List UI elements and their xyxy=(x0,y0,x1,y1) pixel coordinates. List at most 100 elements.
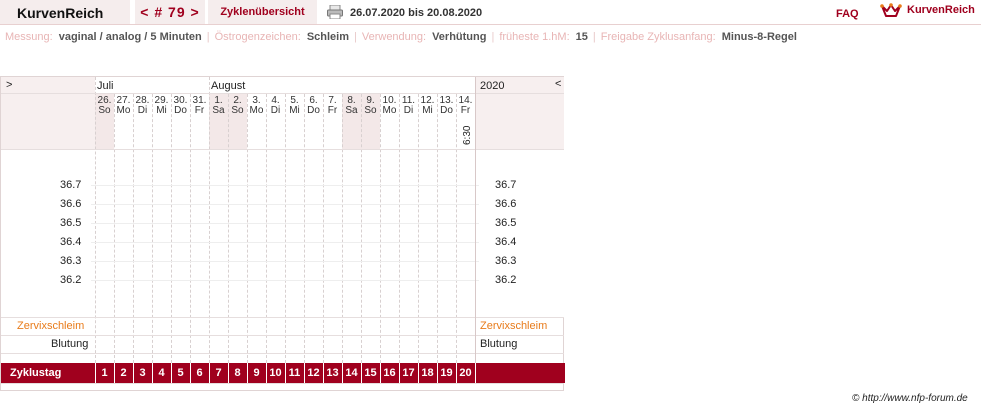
release-value: Minus-8-Regel xyxy=(721,31,797,43)
day-header[interactable]: 8. Sa xyxy=(342,96,361,116)
blood-row-divider xyxy=(1,353,564,354)
day-header[interactable]: 11. Di xyxy=(399,96,418,116)
cycle-day-number: 19 xyxy=(440,367,453,379)
day-header[interactable]: 31. Fr xyxy=(190,96,209,116)
day-header[interactable]: 10. Mo xyxy=(380,96,399,116)
row-label-cervix: Zervixschleim xyxy=(17,320,85,332)
day-weekday: Mo xyxy=(116,105,131,116)
day-weekday: Sa xyxy=(212,105,225,116)
app-logo-tab[interactable]: KurvenReich xyxy=(0,0,130,24)
estrogen-label: Östrogenzeichen: xyxy=(214,31,301,43)
cycle-navigator[interactable]: < # 79 > xyxy=(135,0,205,24)
day-header[interactable]: 6. Do xyxy=(304,96,323,116)
day-column-line xyxy=(171,94,172,363)
temp-label-left: 36.2 xyxy=(60,274,82,286)
earliest-hm-value: 15 xyxy=(575,31,588,43)
cycle-day-number: 20 xyxy=(459,367,472,379)
cycle-day-bar: Zyklustag 1 2 3 4 5 6 7 8 9 10 11 12 13 14 15 16 17 18 19 2… xyxy=(1,363,565,383)
cycle-day-number: 16 xyxy=(383,367,396,379)
cycle-day-label: Zyklustag xyxy=(10,367,62,379)
temp-gridline xyxy=(91,280,479,281)
day-weekday: Di xyxy=(270,105,281,116)
day-weekday: Di xyxy=(403,105,414,116)
cycle-day-number: 4 xyxy=(158,367,165,379)
temp-label-right: 36.4 xyxy=(495,236,517,248)
cycle-row-divider xyxy=(1,383,564,384)
cycle-chart: > Juli August 2020 < 26. So 27. Mo 28. Di 29. M… xyxy=(0,76,565,391)
temp-label-right: 36.6 xyxy=(495,198,517,210)
day-header[interactable]: 26. So xyxy=(95,96,114,116)
header-divider xyxy=(0,24,981,25)
day-weekday: Do xyxy=(307,105,320,116)
day-weekday: Di xyxy=(137,105,148,116)
printer-icon[interactable] xyxy=(327,5,343,19)
measurement-time: 6:30 xyxy=(462,125,473,145)
day-header[interactable]: 30. Do xyxy=(171,96,190,116)
day-header-divider xyxy=(1,149,564,150)
cycle-day-number: 1 xyxy=(101,367,108,379)
cycle-day-separator xyxy=(475,363,476,383)
day-column-line xyxy=(228,94,229,363)
copyright-footer: © http://www.nfp-forum.de xyxy=(852,393,968,404)
day-column-line xyxy=(399,94,400,363)
day-header[interactable]: 13. Do xyxy=(437,96,456,116)
row-label-blood: Blutung xyxy=(51,338,89,350)
brand-link[interactable]: KurvenReich xyxy=(907,4,975,16)
cycle-day-number: 3 xyxy=(139,367,146,379)
day-header[interactable]: 4. Di xyxy=(266,96,285,116)
day-column-line xyxy=(209,77,210,363)
settings-summary: Messung: vaginal / analog / 5 Minuten | Öst… xyxy=(5,31,797,43)
temp-area-bg xyxy=(1,149,564,317)
day-header[interactable]: 7. Fr xyxy=(323,96,342,116)
app-title: KurvenReich xyxy=(17,5,104,21)
day-header[interactable]: 29. Mi xyxy=(152,96,171,116)
day-column-line xyxy=(114,94,115,363)
day-weekday: So xyxy=(98,105,111,116)
day-header[interactable]: 12. Mi xyxy=(418,96,437,116)
day-header[interactable]: 14. Fr xyxy=(456,96,475,116)
temp-label-left: 36.7 xyxy=(60,179,82,191)
day-header[interactable]: 5. Mi xyxy=(285,96,304,116)
day-header[interactable]: 27. Mo xyxy=(114,96,133,116)
day-header[interactable]: 28. Di xyxy=(133,96,152,116)
day-weekday: So xyxy=(364,105,377,116)
chart-scroll-right[interactable]: < xyxy=(555,78,561,90)
release-label: Freigabe Zyklusanfang: xyxy=(600,31,716,43)
estrogen-value: Schleim xyxy=(306,31,349,43)
temp-label-right: 36.7 xyxy=(495,179,517,191)
cycle-day-number: 9 xyxy=(253,367,260,379)
measurement-label: Messung: xyxy=(5,31,53,43)
day-column-line xyxy=(95,77,96,363)
day-column-line xyxy=(361,94,362,363)
cycle-day-number: 2 xyxy=(120,367,127,379)
day-weekday: Sa xyxy=(345,105,358,116)
faq-link[interactable]: FAQ xyxy=(836,8,859,20)
day-header[interactable]: 3. Mo xyxy=(247,96,266,116)
day-column-line xyxy=(285,94,286,363)
temp-area-divider xyxy=(1,317,564,318)
day-header[interactable]: 9. So xyxy=(361,96,380,116)
tab-cycle-overview[interactable]: Zyklenübersicht xyxy=(208,0,317,24)
temp-label-right: 36.5 xyxy=(495,217,517,229)
temp-gridline xyxy=(91,223,479,224)
cycle-day-number: 13 xyxy=(326,367,339,379)
usage-label: Verwendung: xyxy=(361,31,427,43)
day-column-line xyxy=(342,94,343,363)
day-weekday: Mi xyxy=(422,105,433,116)
day-weekday: Fr xyxy=(194,105,205,116)
cycle-day-number: 10 xyxy=(269,367,282,379)
cervix-row-divider xyxy=(1,335,564,336)
day-header[interactable]: 2. So xyxy=(228,96,247,116)
right-column-border xyxy=(475,77,476,363)
cycle-day-number: 14 xyxy=(345,367,358,379)
day-column-line xyxy=(323,94,324,363)
cycle-date-range: 26.07.2020 bis 20.08.2020 xyxy=(350,7,483,19)
chart-scroll-left[interactable]: > xyxy=(6,79,12,91)
cycle-day-number: 18 xyxy=(421,367,434,379)
cycle-day-number: 5 xyxy=(177,367,184,379)
day-column-line xyxy=(418,94,419,363)
day-column-line xyxy=(456,94,457,363)
day-header[interactable]: 1. Sa xyxy=(209,96,228,116)
day-weekday: Fr xyxy=(327,105,338,116)
day-column-line xyxy=(380,94,381,363)
